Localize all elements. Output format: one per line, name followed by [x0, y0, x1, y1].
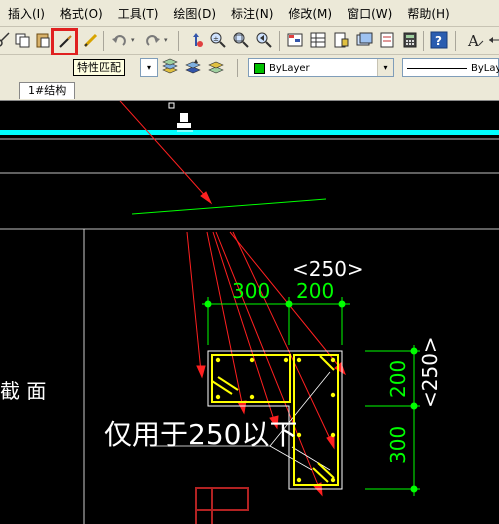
toolbar-separator: [103, 31, 104, 51]
undo-icon[interactable]: [111, 31, 129, 49]
grip-square: [168, 102, 175, 109]
section-label: 截 面: [0, 379, 46, 403]
svg-text:?: ?: [435, 34, 442, 48]
pencil-icon[interactable]: [82, 31, 100, 49]
rebar-stirrup: [211, 354, 291, 403]
make-current-layer-icon[interactable]: [184, 58, 202, 76]
toolbar-separator: [279, 31, 280, 51]
match-properties-button[interactable]: [51, 28, 78, 56]
toolbar-separator: [237, 59, 238, 77]
menu-window[interactable]: 窗口(W): [339, 5, 399, 22]
color-dropdown[interactable]: ByLayer ▾: [248, 58, 394, 77]
linetype-value: ByLay: [471, 63, 499, 74]
dim-top-left: 300: [232, 279, 270, 303]
cyan-highlight-line: [0, 130, 499, 135]
linetype-preview-line: [407, 68, 467, 69]
green-match-line: [131, 198, 327, 215]
zoom-previous-icon[interactable]: [255, 31, 273, 49]
layers-icon[interactable]: [161, 58, 179, 76]
menu-bar: 插入(I) 格式(O) 工具(T) 绘图(D) 标注(N) 修改(M) 窗口(W…: [0, 0, 499, 27]
scissors-icon[interactable]: [0, 31, 12, 49]
undo-dropdown-icon[interactable]: ▾: [131, 36, 135, 44]
zoom-window-icon[interactable]: [232, 31, 250, 49]
text-style-icon[interactable]: A: [466, 31, 484, 49]
redo-icon[interactable]: [143, 31, 161, 49]
menu-modify[interactable]: 修改(M): [280, 5, 339, 22]
toolbar-separator: [423, 31, 424, 51]
menu-insert[interactable]: 插入(I): [0, 5, 52, 22]
drawing-tab[interactable]: 1#结构: [19, 82, 76, 99]
layer-dropdown-arrow[interactable]: ▾: [140, 58, 158, 77]
dim-top-right: 200: [296, 279, 334, 303]
paintbrush-icon: [59, 35, 72, 48]
dim-right-lower: 300: [386, 426, 410, 464]
pan-icon[interactable]: [187, 31, 205, 49]
design-center-icon[interactable]: [309, 31, 327, 49]
linetype-dropdown[interactable]: ByLay: [402, 58, 499, 77]
svg-text:A: A: [467, 32, 479, 49]
menu-dimension[interactable]: 标注(N): [223, 5, 280, 22]
markup-set-icon[interactable]: [378, 31, 396, 49]
toolbar-separator: [178, 31, 179, 51]
cad-drawing: 300 200 <250> 200 300 <250> 截 面 仅用于250以下: [0, 101, 499, 524]
column-mark: [195, 487, 249, 524]
zoom-realtime-icon[interactable]: ±: [209, 31, 227, 49]
copy-icon[interactable]: [14, 31, 32, 49]
help-icon[interactable]: ?: [430, 31, 448, 49]
dimension-style-icon[interactable]: [487, 31, 499, 49]
redo-dropdown-icon[interactable]: ▾: [164, 36, 168, 44]
color-swatch: [254, 63, 265, 74]
menu-format[interactable]: 格式(O): [52, 5, 110, 22]
calculator-icon[interactable]: [401, 31, 419, 49]
sheet-set-icon[interactable]: [355, 31, 373, 49]
tooltip: 特性匹配: [73, 59, 125, 76]
color-value: ByLayer: [269, 63, 310, 74]
dim-total-right: <250>: [418, 336, 442, 408]
paste-icon[interactable]: [34, 31, 52, 49]
menu-draw[interactable]: 绘图(D): [165, 5, 223, 22]
toolbar-separator: [455, 31, 456, 51]
drawing-tab-bar: 1#结构: [0, 81, 499, 101]
tool-palettes-icon[interactable]: [332, 31, 350, 49]
layer-previous-icon[interactable]: [207, 58, 225, 76]
properties-icon[interactable]: [286, 31, 304, 49]
note-text: 仅用于250以下: [104, 418, 297, 451]
drawing-canvas[interactable]: 300 200 <250> 200 300 <250> 截 面 仅用于250以下: [0, 101, 499, 524]
dim-right-upper: 200: [386, 360, 410, 398]
dim-total-top: <250>: [292, 257, 364, 281]
rebar-stirrup: [293, 354, 339, 486]
svg-text:±: ±: [213, 35, 219, 43]
menu-help[interactable]: 帮助(H): [399, 5, 456, 22]
match-cursor-icon: [177, 113, 193, 132]
color-dropdown-arrow-icon: ▾: [377, 59, 393, 76]
standard-toolbar: ▾ ▾ ± ? A: [0, 27, 499, 56]
menu-tools[interactable]: 工具(T): [110, 5, 166, 22]
